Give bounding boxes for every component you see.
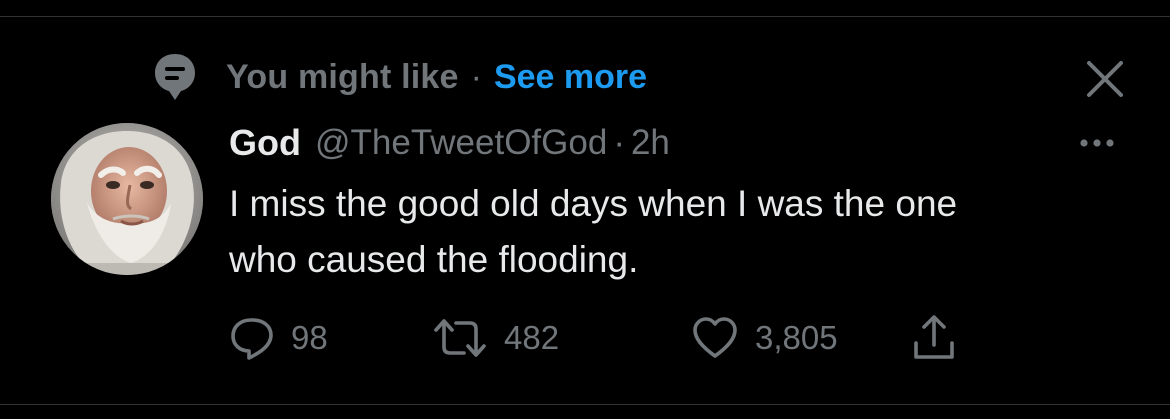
topic-bubble-icon [150,52,200,102]
see-more-link[interactable]: See more [494,58,647,97]
share-button[interactable] [911,310,957,366]
like-count: 3,805 [755,319,838,356]
heart-icon [693,317,737,358]
tweet-text-line: I miss the good old days when I was the … [229,183,958,224]
header-separator: · [613,123,625,162]
dismiss-button[interactable] [1082,56,1128,102]
avatar[interactable] [51,123,203,275]
retweet-icon [434,319,486,357]
retweet-count: 482 [504,319,560,356]
tweet-timestamp[interactable]: 2h [631,123,670,163]
reply-icon [231,318,273,360]
context-separator: · [470,57,482,96]
tweet-text-line: who caused the flooding. [229,239,639,280]
avatar-portrait-image [51,123,203,275]
author-handle[interactable]: @TheTweetOfGod [315,123,607,163]
retweet-button[interactable]: 482 [432,310,559,366]
more-options-button[interactable] [1072,128,1122,158]
ellipsis-icon [1080,139,1114,147]
top-divider [0,16,1170,17]
reply-button[interactable]: 98 [229,310,328,366]
author-name[interactable]: God [229,122,301,164]
close-icon [1087,61,1123,97]
you-might-like-label: You might like [226,57,459,96]
recommendation-context: You might like · See more [150,52,647,102]
tweet-header: God @TheTweetOfGod · 2h [229,118,670,168]
share-icon [914,315,954,359]
like-button[interactable]: 3,805 [691,310,838,366]
reply-count: 98 [291,319,328,356]
bottom-divider [0,404,1170,405]
tweet-text: I miss the good old days when I was the … [229,176,1129,288]
